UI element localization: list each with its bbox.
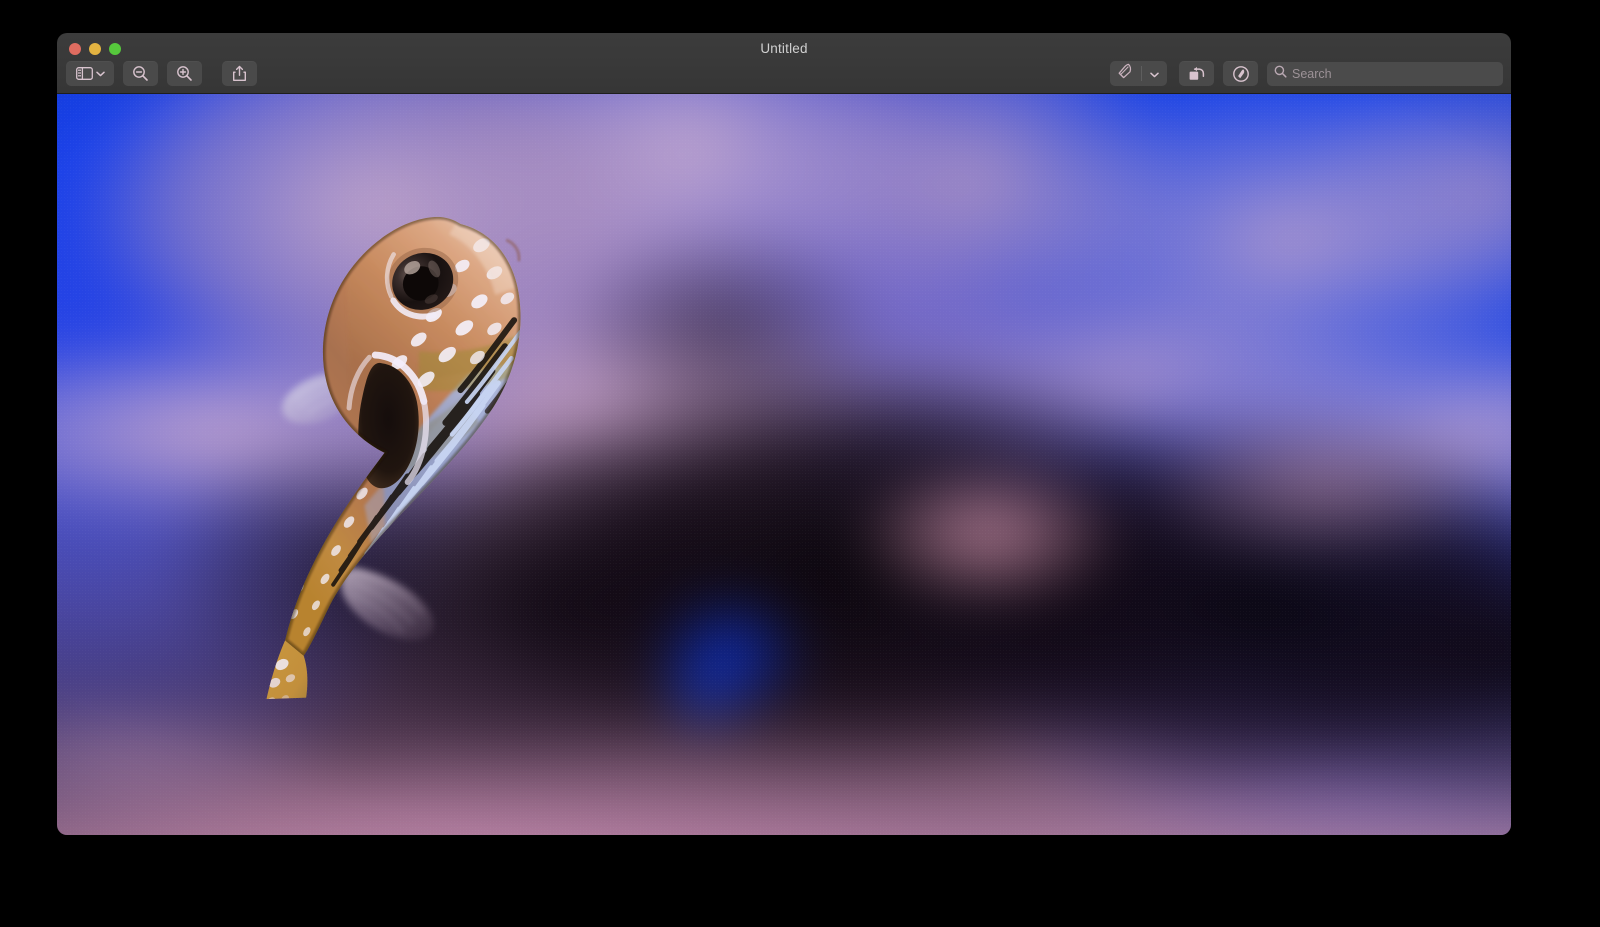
sidebar-icon [76, 67, 93, 80]
fish-body [270, 209, 569, 656]
markup-pen-icon [1118, 63, 1133, 84]
toolbar-right-group: Search [1110, 61, 1503, 86]
search-input-placeholder: Search [1292, 67, 1332, 81]
screenshot-root: Untitled [0, 0, 1600, 927]
fish-mouth [507, 240, 519, 260]
traffic-light-group [69, 43, 121, 55]
pufferfish-subject [223, 168, 591, 700]
rotate-icon [1188, 65, 1206, 82]
minimize-button[interactable] [89, 43, 101, 55]
search-field[interactable]: Search [1267, 62, 1503, 86]
markup-dropdown-button[interactable] [1142, 61, 1167, 86]
share-button[interactable] [222, 61, 257, 86]
chevron-down-icon [96, 71, 105, 77]
zoom-out-icon [132, 65, 149, 82]
anal-fin [341, 565, 434, 642]
sidebar-button[interactable] [66, 61, 114, 86]
annotate-icon [1232, 65, 1250, 83]
zoom-out-button[interactable] [123, 61, 158, 86]
toolbar-left-group [66, 61, 257, 86]
search-icon [1274, 65, 1287, 83]
annotate-button[interactable] [1223, 61, 1258, 86]
markup-segmented-control [1110, 61, 1167, 86]
rotate-button[interactable] [1179, 61, 1214, 86]
preview-window: Untitled [57, 33, 1511, 835]
image-canvas[interactable] [57, 94, 1511, 835]
zoom-button[interactable] [109, 43, 121, 55]
window-toolbar: Untitled [57, 33, 1511, 94]
chevron-down-icon [1150, 65, 1159, 83]
share-icon [232, 65, 247, 82]
markup-button[interactable] [1110, 61, 1141, 86]
zoom-in-button[interactable] [167, 61, 202, 86]
close-button[interactable] [69, 43, 81, 55]
window-title: Untitled [57, 41, 1511, 56]
zoom-in-icon [176, 65, 193, 82]
